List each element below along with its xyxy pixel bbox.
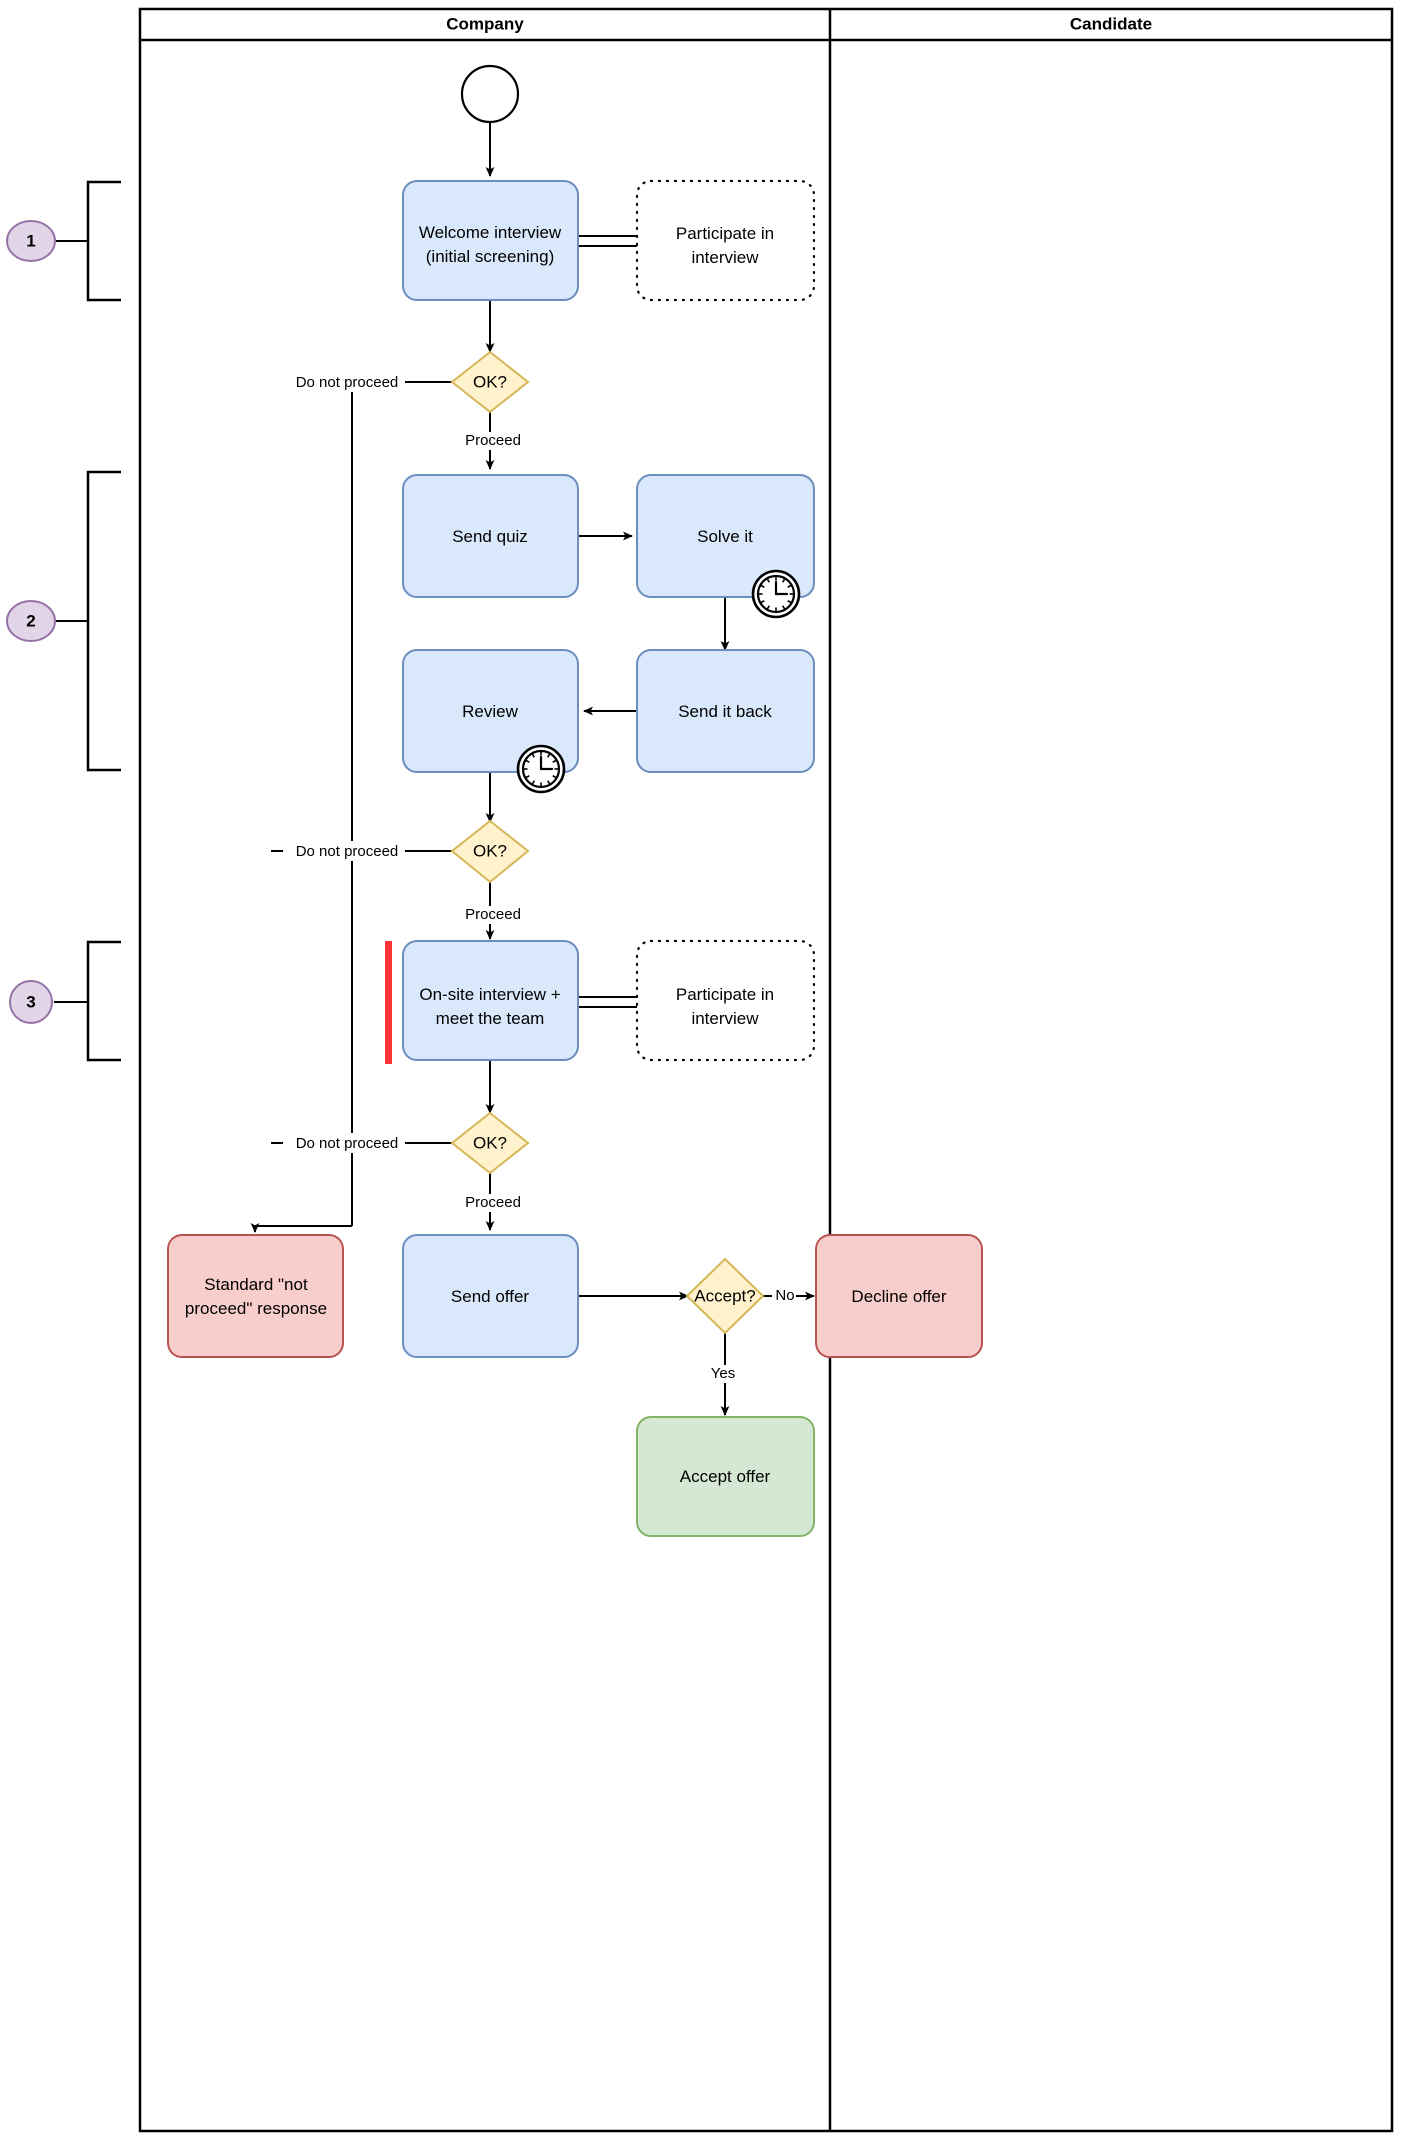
task-label-send-offer: Send offer bbox=[451, 1287, 529, 1306]
diagram-canvas: Company Candidate 1 2 3 Do not proceed P… bbox=[0, 0, 1402, 2142]
phase-number-1: 1 bbox=[26, 231, 35, 250]
task-label-welcome-interview-line2: (initial screening) bbox=[426, 247, 555, 266]
task-label-accept-offer: Accept offer bbox=[680, 1467, 771, 1486]
external-task-label-participate-2-line2: interview bbox=[691, 1009, 759, 1028]
lane-title-company: Company bbox=[446, 14, 524, 33]
edge-label-do-not-proceed-1: Do not proceed bbox=[296, 374, 399, 391]
phase-number-2: 2 bbox=[26, 611, 35, 630]
phase-marker-1[interactable]: 1 bbox=[6, 220, 56, 262]
task-label-standard-response-line2: proceed" response bbox=[185, 1299, 327, 1318]
edge-label-proceed-1: Proceed bbox=[465, 432, 521, 449]
task-accept-offer[interactable]: Accept offer bbox=[636, 1416, 815, 1537]
edge-label-proceed-3: Proceed bbox=[465, 1194, 521, 1211]
external-task-participate-1[interactable]: Participate in interview bbox=[635, 179, 816, 302]
task-label-onsite-interview-line2: meet the team bbox=[436, 1009, 545, 1028]
lane-header-candidate: Candidate bbox=[1070, 14, 1152, 33]
task-welcome-interview[interactable]: Welcome interview (initial screening) bbox=[402, 180, 579, 301]
external-task-label-participate-2-line1: Participate in bbox=[676, 985, 774, 1004]
edge-label-do-not-proceed-2: Do not proceed bbox=[296, 843, 399, 860]
task-decline-offer[interactable]: Decline offer bbox=[815, 1234, 983, 1358]
task-label-send-it-back: Send it back bbox=[678, 702, 772, 721]
gateway-label-ok-2: OK? bbox=[473, 841, 507, 860]
red-bar-marker-icon bbox=[385, 941, 392, 1064]
timer-icon bbox=[751, 569, 801, 619]
lane-header-company: Company bbox=[446, 14, 524, 33]
gateway-label-ok-3: OK? bbox=[473, 1133, 507, 1152]
task-send-offer[interactable]: Send offer bbox=[402, 1234, 579, 1358]
phase-bracket-2 bbox=[52, 470, 121, 772]
task-label-decline-offer: Decline offer bbox=[851, 1287, 946, 1306]
task-send-it-back[interactable]: Send it back bbox=[636, 649, 815, 773]
edge-label-no: No bbox=[775, 1287, 794, 1304]
task-review[interactable]: Review bbox=[402, 649, 579, 794]
task-label-send-quiz: Send quiz bbox=[452, 527, 528, 546]
external-task-label-participate-1-line2: interview bbox=[691, 248, 759, 267]
pool-frame bbox=[138, 7, 1394, 2133]
task-send-quiz[interactable]: Send quiz bbox=[402, 474, 579, 598]
lane-title-candidate: Candidate bbox=[1070, 14, 1152, 33]
task-onsite-interview[interactable]: On-site interview + meet the team bbox=[385, 940, 579, 1064]
gateway-label-accept: Accept? bbox=[694, 1286, 755, 1305]
gateway-label-ok-1: OK? bbox=[473, 372, 507, 391]
task-label-onsite-interview-line1: On-site interview + bbox=[419, 985, 560, 1004]
swimlane-diagram: Company Candidate 1 2 3 Do not proceed P… bbox=[6, 7, 1394, 2133]
external-task-label-participate-1-line1: Participate in bbox=[676, 224, 774, 243]
external-task-participate-2[interactable]: Participate in interview bbox=[635, 939, 816, 1062]
edge-label-yes: Yes bbox=[711, 1365, 735, 1382]
task-standard-response[interactable]: Standard "not proceed" response bbox=[167, 1234, 344, 1358]
phase-marker-2[interactable]: 2 bbox=[6, 600, 56, 642]
phase-marker-3[interactable]: 3 bbox=[9, 980, 53, 1024]
task-label-welcome-interview-line1: Welcome interview bbox=[419, 223, 562, 242]
timer-icon bbox=[516, 744, 566, 794]
phase-number-3: 3 bbox=[26, 992, 35, 1011]
edge-label-do-not-proceed-3: Do not proceed bbox=[296, 1135, 399, 1152]
phase-bracket-3 bbox=[54, 940, 121, 1062]
task-label-solve-it: Solve it bbox=[697, 527, 753, 546]
task-label-review: Review bbox=[462, 702, 518, 721]
task-label-standard-response-line1: Standard "not bbox=[204, 1275, 308, 1294]
phase-bracket-1 bbox=[52, 180, 121, 302]
edge-label-proceed-2: Proceed bbox=[465, 906, 521, 923]
task-solve-it[interactable]: Solve it bbox=[636, 474, 815, 619]
start-event[interactable] bbox=[460, 64, 520, 124]
